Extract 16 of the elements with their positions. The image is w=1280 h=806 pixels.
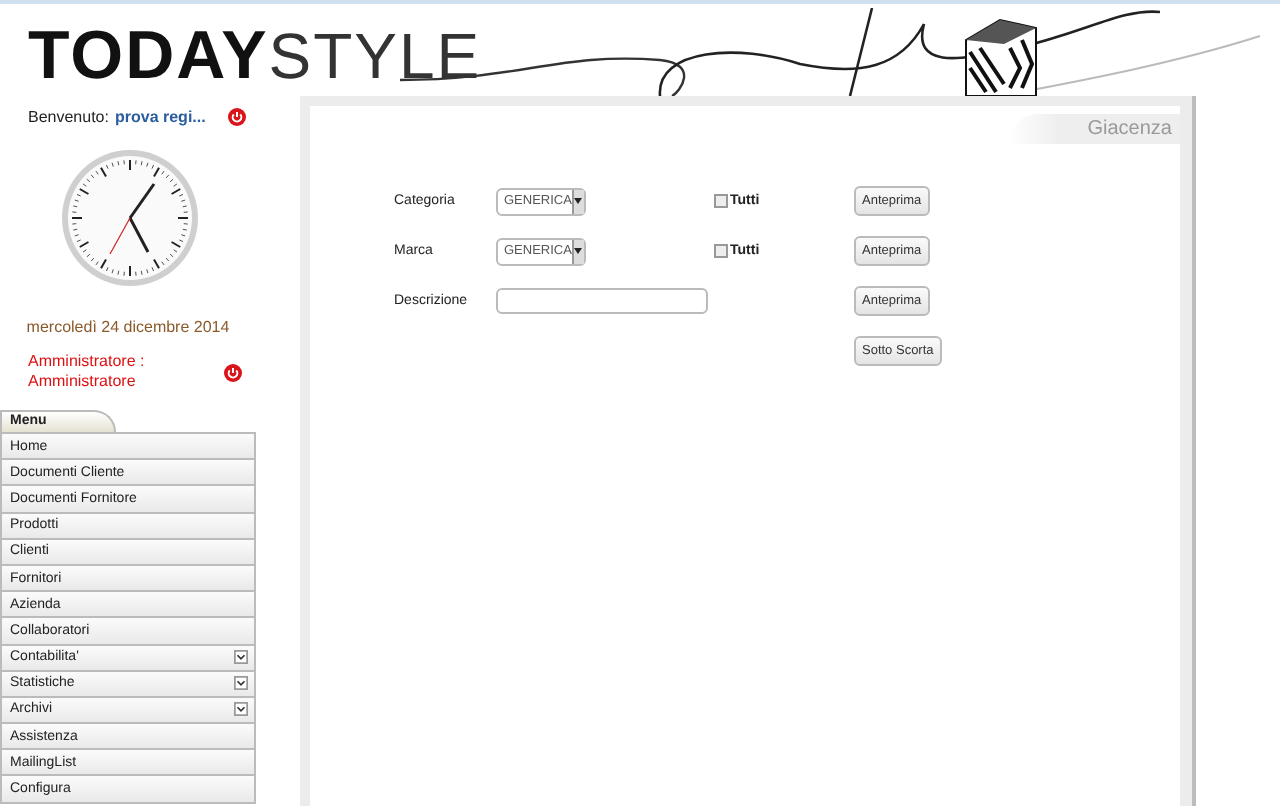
chevron-icon (234, 676, 248, 691)
logo: TODAYSTYLE (28, 20, 482, 92)
chevron-icon (234, 702, 248, 717)
welcome-label: Benvenuto: (28, 107, 109, 125)
input-field[interactable] (496, 288, 708, 314)
caret-icon (574, 248, 583, 254)
caret-icon (574, 198, 583, 204)
role-text: Amministratore : Amministratore (28, 352, 147, 392)
chevron-icon (234, 650, 248, 665)
date-text: mercoledì 24 dicembre 2014 (24, 318, 232, 336)
clock-drawing (60, 148, 200, 288)
logout-icon[interactable] (227, 107, 246, 125)
checkbox[interactable] (714, 244, 728, 258)
checkbox[interactable] (714, 194, 728, 208)
logout-icon[interactable] (224, 363, 242, 381)
user-name: prova regi... (114, 107, 206, 125)
